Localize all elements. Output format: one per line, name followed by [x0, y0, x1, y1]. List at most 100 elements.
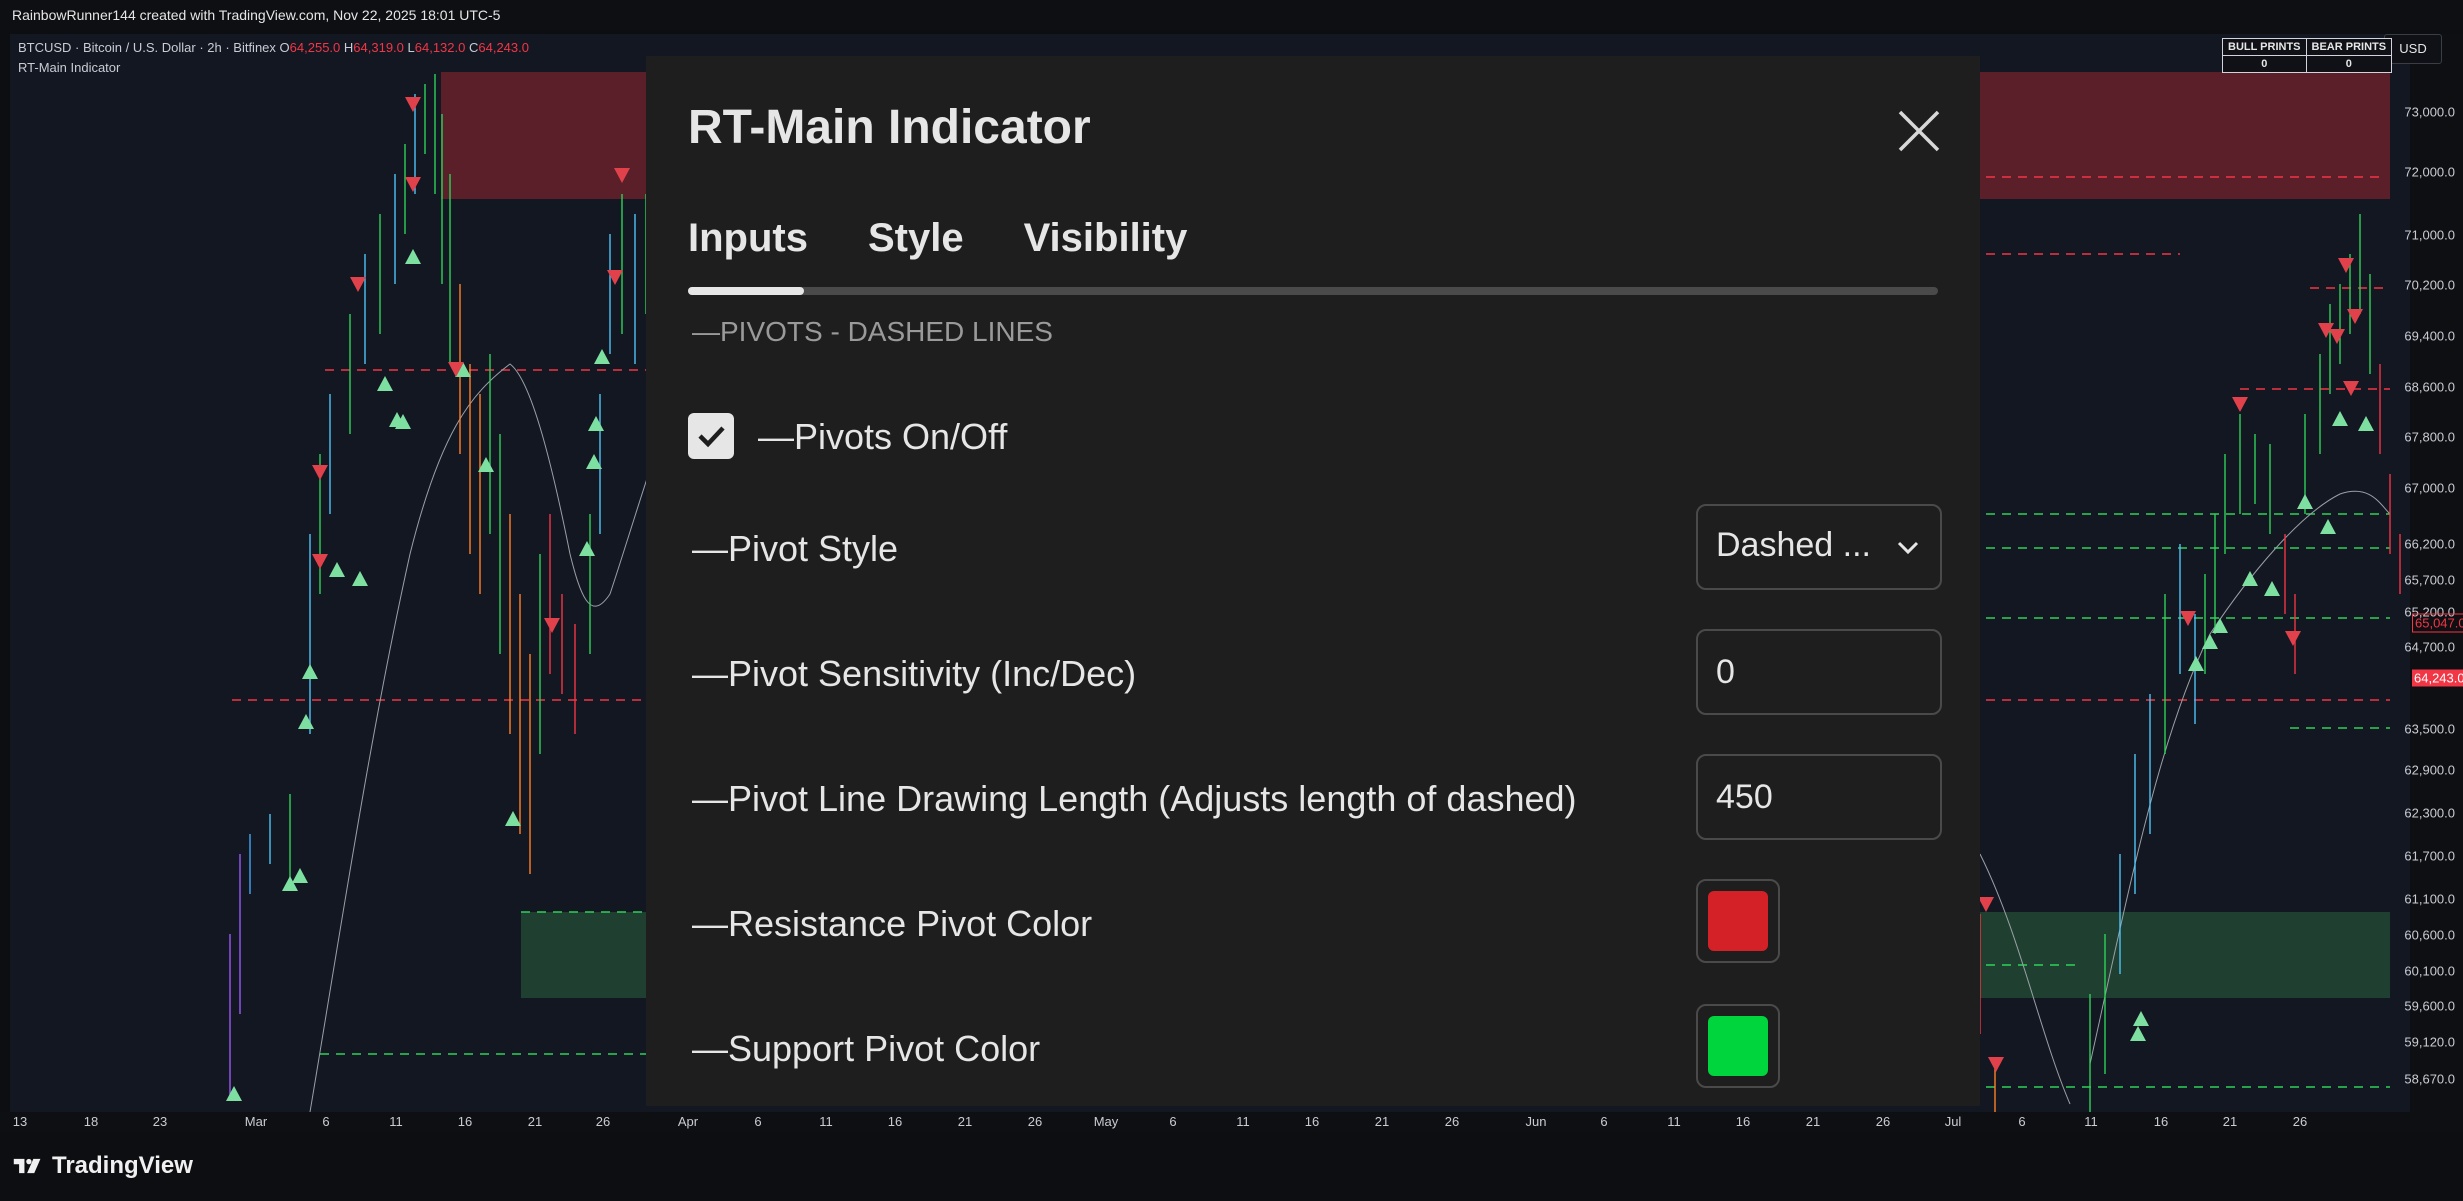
- indicator-name[interactable]: RT-Main Indicator: [18, 58, 529, 78]
- resistance-color-fill: [1708, 891, 1768, 951]
- time-label: 16: [1735, 1114, 1751, 1129]
- price-label: 67,000.0: [2404, 480, 2455, 496]
- bull-prints-header: BULL PRINTS: [2222, 38, 2307, 56]
- ohlc-high-label: H: [343, 40, 354, 55]
- buy-signal-marker: [2133, 1011, 2149, 1026]
- moving-average-right: [1979, 490, 2391, 1105]
- pivot-style-select[interactable]: Dashed ...: [1696, 504, 1942, 590]
- time-label: 26: [595, 1114, 611, 1129]
- currency-button[interactable]: USD: [2384, 34, 2442, 64]
- time-label: 21: [1805, 1114, 1821, 1129]
- resistance-color-label: Resistance Pivot Color: [728, 903, 1093, 944]
- resistance-color-swatch[interactable]: [1696, 879, 1780, 963]
- pivots-toggle-row: —Pivots On/Off: [758, 416, 1008, 457]
- pivot-sensitivity-row: —Pivot Sensitivity (Inc/Dec): [692, 653, 1137, 694]
- pivots-toggle-label: Pivots On/Off: [794, 416, 1008, 457]
- pivot-price-tag: 65,047.0: [2412, 613, 2463, 633]
- ohlc-open: 64,255.0: [289, 40, 341, 55]
- time-label: 21: [957, 1114, 973, 1129]
- pivot-length-input[interactable]: [1696, 754, 1942, 840]
- price-label: 68,600.0: [2404, 379, 2455, 395]
- time-label: 18: [83, 1114, 99, 1129]
- time-label: Apr: [677, 1114, 699, 1129]
- pivots-toggle-checkbox[interactable]: [688, 413, 734, 459]
- time-label: 21: [1374, 1114, 1390, 1129]
- pivot-sensitivity-input[interactable]: [1696, 629, 1942, 715]
- time-label: 23: [152, 1114, 168, 1129]
- sell-signal-marker: [2329, 329, 2345, 344]
- sell-signal-marker: [544, 618, 560, 633]
- tab-style[interactable]: Style: [868, 216, 964, 261]
- pivot-style-value: Dashed ...: [1716, 526, 1871, 564]
- buy-signal-marker: [2297, 494, 2313, 509]
- price-label: 70,200.0: [2404, 277, 2455, 293]
- chevron-down-icon: [1897, 541, 1919, 555]
- buy-signal-marker: [594, 349, 610, 364]
- section-header: —PIVOTS - DASHED LINES: [692, 316, 1053, 347]
- tab-visibility[interactable]: Visibility: [1024, 216, 1188, 261]
- tab-inputs[interactable]: Inputs: [688, 216, 808, 261]
- price-label: 71,000.0: [2404, 227, 2455, 243]
- price-label: 72,000.0: [2404, 164, 2455, 180]
- active-tab-indicator: [688, 287, 804, 295]
- price-label: 64,700.0: [2404, 639, 2455, 655]
- price-label: 65,700.0: [2404, 572, 2455, 588]
- time-label: 6: [2018, 1114, 2026, 1129]
- chart-credit: RainbowRunner144 created with TradingVie…: [12, 7, 501, 23]
- indicator-settings-dialog: RT-Main Indicator Inputs Style Visibilit…: [646, 56, 1980, 1106]
- support-color-fill: [1708, 1016, 1768, 1076]
- time-label: 11: [1236, 1114, 1250, 1129]
- resistance-color-row: —Resistance Pivot Color: [692, 903, 1093, 944]
- price-label: 60,600.0: [2404, 927, 2455, 943]
- support-zone-right: [1970, 912, 2390, 998]
- buy-signal-marker: [2358, 416, 2374, 431]
- buy-signal-marker: [2188, 656, 2204, 671]
- price-label: 66,200.0: [2404, 536, 2455, 552]
- price-label: 59,600.0: [2404, 998, 2455, 1014]
- price-label: 62,300.0: [2404, 805, 2455, 821]
- buy-signal-marker: [377, 376, 393, 391]
- pivot-length-label: Pivot Line Drawing Length (Adjusts lengt…: [728, 778, 1577, 819]
- sell-signal-marker: [1978, 897, 1994, 912]
- time-label: 16: [2153, 1114, 2169, 1129]
- chart-legend: BTCUSD · Bitcoin / U.S. Dollar · 2h · Bi…: [18, 38, 529, 78]
- time-label: 21: [2222, 1114, 2238, 1129]
- bear-prints-header: BEAR PRINTS: [2305, 38, 2393, 56]
- price-label: 67,800.0: [2404, 429, 2455, 445]
- time-axis[interactable]: 13 18 23 Mar 6 11 16 21 26 Apr 6 11 16 21 26 May 6 11 16 21…: [0, 1112, 2463, 1132]
- sell-signal-marker: [405, 177, 421, 192]
- time-label: 11: [2084, 1114, 2098, 1129]
- close-icon[interactable]: [1894, 106, 1944, 156]
- price-label: 62,900.0: [2404, 762, 2455, 778]
- last-price-tag: 64,243.0: [2412, 669, 2463, 687]
- tradingview-logo: TradingView: [12, 1152, 193, 1180]
- time-label: 16: [887, 1114, 903, 1129]
- dialog-title: RT-Main Indicator: [688, 101, 1091, 154]
- ohlc-open-label: O: [279, 40, 290, 55]
- time-label: 6: [1600, 1114, 1608, 1129]
- time-label: 6: [322, 1114, 330, 1129]
- time-label: 26: [1875, 1114, 1891, 1129]
- price-label: 58,670.0: [2404, 1071, 2455, 1087]
- price-label: 73,000.0: [2404, 104, 2455, 120]
- checkmark-icon: [698, 426, 725, 448]
- pivot-style-label: Pivot Style: [728, 528, 899, 569]
- top-bar: RainbowRunner144 created with TradingVie…: [0, 0, 2463, 30]
- support-color-row: —Support Pivot Color: [692, 1028, 1041, 1069]
- buy-signal-marker: [329, 562, 345, 577]
- ohlc-low-label: L: [407, 40, 415, 55]
- sell-signal-marker: [1988, 1057, 2004, 1072]
- time-label: 6: [754, 1114, 762, 1129]
- sell-signal-marker: [2285, 631, 2301, 646]
- support-color-swatch[interactable]: [1696, 1004, 1780, 1088]
- price-label: 61,100.0: [2404, 891, 2455, 907]
- sell-signal-marker: [312, 554, 328, 569]
- time-label: Jun: [1525, 1114, 1547, 1129]
- resistance-zone-right: [1970, 72, 2390, 199]
- time-label: Mar: [244, 1114, 268, 1129]
- price-label: 60,100.0: [2404, 963, 2455, 979]
- pivot-sensitivity-label: Pivot Sensitivity (Inc/Dec): [728, 653, 1137, 694]
- time-label: 26: [1027, 1114, 1043, 1129]
- price-axis[interactable]: 73,000.0 72,000.0 71,000.0 70,200.0 69,400.0…: [2404, 34, 2463, 1112]
- buy-signal-marker: [2130, 1026, 2146, 1041]
